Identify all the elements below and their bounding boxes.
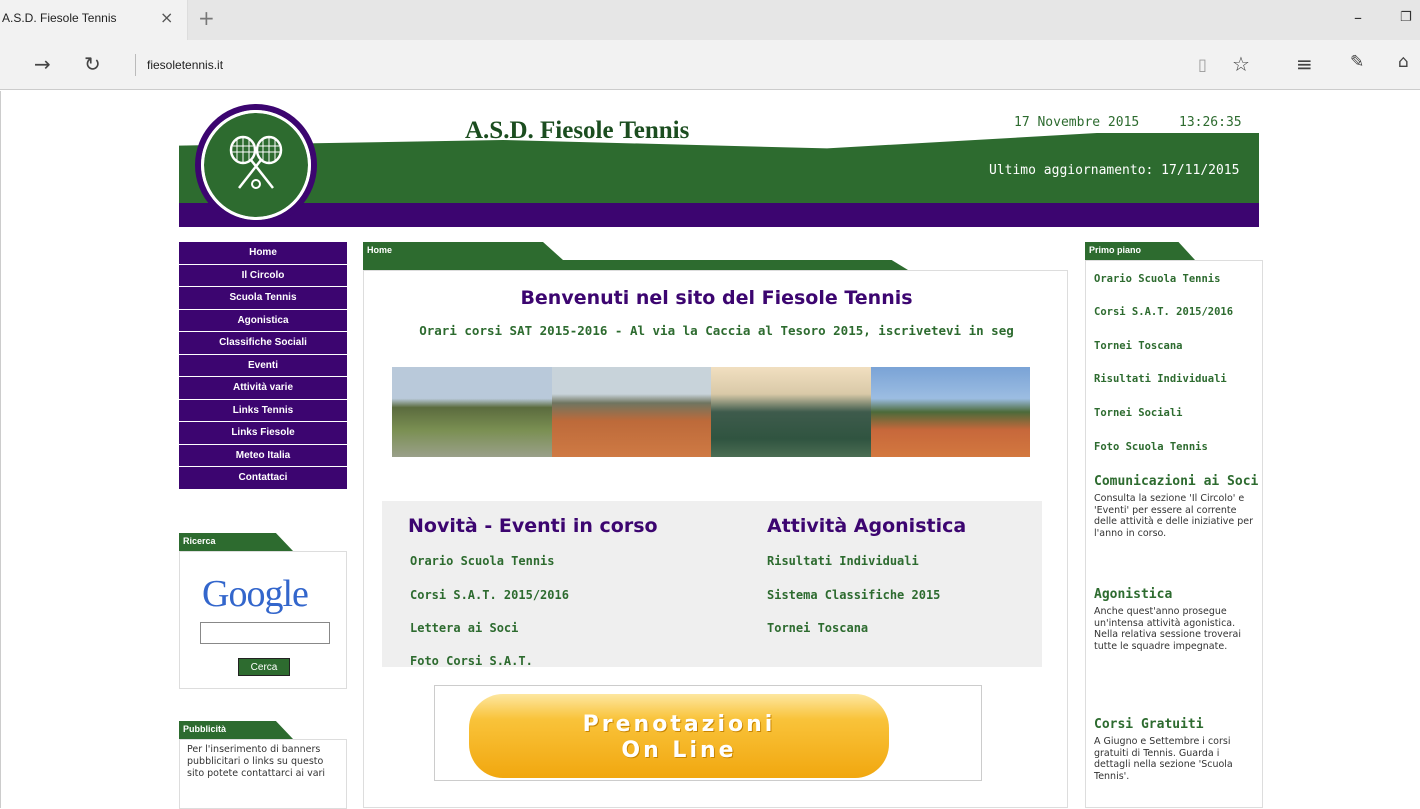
agonistica-link[interactable]: Sistema Classifiche 2015 <box>767 588 940 602</box>
agonistica-link[interactable]: Risultati Individuali <box>767 554 919 568</box>
booking-line-1: Prenotazioni <box>582 712 776 737</box>
online-booking-button[interactable]: Prenotazioni On Line <box>469 694 889 778</box>
menu-item-eventi[interactable]: Eventi <box>179 354 347 377</box>
primo-piano-link[interactable]: Tornei Sociali <box>1094 407 1183 419</box>
forward-icon[interactable]: → <box>34 52 51 76</box>
agonistica-link[interactable]: Tornei Toscana <box>767 621 868 635</box>
browser-nav-bar: → ↻ fiesoletennis.it ▯ ☆ ≡ ✎ ⌂ <box>0 40 1420 90</box>
section-heading: Agonistica <box>1094 587 1173 602</box>
news-ticker[interactable]: Orari corsi SAT 2015-2016 - Al via la Ca… <box>364 323 1069 338</box>
minimize-icon[interactable]: – <box>1354 8 1362 27</box>
header-purple-band <box>179 203 1259 227</box>
menu-item-classifiche[interactable]: Classifiche Sociali <box>179 332 347 355</box>
photo-dome-court <box>711 367 871 457</box>
browser-tab[interactable]: A.S.D. Fiesole Tennis × <box>0 0 188 40</box>
ads-text: Per l'inserimento di banners pubblicitar… <box>187 744 326 779</box>
photo-clay-court <box>551 367 711 457</box>
search-button[interactable]: Cerca <box>238 658 290 676</box>
menu-item-meteo[interactable]: Meteo Italia <box>179 444 347 467</box>
section-text: Anche quest'anno prosegue un'intensa att… <box>1094 606 1241 652</box>
photo-outdoor-court <box>870 367 1030 457</box>
crossed-rackets-icon <box>229 135 283 189</box>
tab-close-icon[interactable]: × <box>160 8 173 27</box>
google-search-box: Google Cerca <box>179 551 347 689</box>
ads-box: Per l'inserimento di banners pubblicitar… <box>179 739 347 809</box>
news-heading: Novità - Eventi in corso <box>408 515 658 537</box>
menu-item-scuola-tennis[interactable]: Scuola Tennis <box>179 287 347 310</box>
site-header: A.S.D. Fiesole Tennis 17 Novembre 2015 1… <box>179 91 1259 229</box>
current-time: 13:26:35 <box>1179 115 1242 130</box>
share-icon[interactable]: ⌂ <box>1398 52 1409 72</box>
menu-item-contattaci[interactable]: Contattaci <box>179 467 347 490</box>
welcome-heading: Benvenuti nel sito del Fiesole Tennis <box>520 287 913 309</box>
club-logo[interactable] <box>195 104 317 226</box>
section-heading: Comunicazioni ai Soci <box>1094 474 1259 489</box>
news-link[interactable]: Lettera ai Soci <box>410 621 518 635</box>
new-tab-icon[interactable]: + <box>198 6 215 30</box>
hub-icon[interactable]: ≡ <box>1296 52 1313 76</box>
last-update: Ultimo aggiornamento: 17/11/2015 <box>989 163 1240 178</box>
primo-piano-link[interactable]: Corsi S.A.T. 2015/2016 <box>1094 306 1233 318</box>
primo-piano-link[interactable]: Tornei Toscana <box>1094 340 1183 352</box>
menu-item-attivita[interactable]: Attività varie <box>179 377 347 400</box>
refresh-icon[interactable]: ↻ <box>84 52 101 76</box>
booking-banner: Prenotazioni On Line <box>434 685 982 781</box>
news-link[interactable]: Orario Scuola Tennis <box>410 554 555 568</box>
search-section-tab: Ricerca <box>179 533 293 551</box>
menu-item-links-tennis[interactable]: Links Tennis <box>179 399 347 422</box>
reading-view-icon[interactable]: ▯ <box>1198 55 1207 74</box>
menu-item-links-fiesole[interactable]: Links Fiesole <box>179 422 347 445</box>
booking-line-2: On Line <box>621 738 737 763</box>
primo-piano-link[interactable]: Orario Scuola Tennis <box>1094 273 1220 285</box>
favorite-icon[interactable]: ☆ <box>1232 52 1250 76</box>
agonistica-heading: Attività Agonistica <box>767 515 967 537</box>
google-logo: Google <box>202 573 309 615</box>
address-separator <box>135 54 136 76</box>
section-text: A Giugno e Settembre i corsi gratuiti di… <box>1094 736 1233 782</box>
main-content: Benvenuti nel sito del Fiesole Tennis Or… <box>363 270 1068 808</box>
browser-tab-bar: A.S.D. Fiesole Tennis × + – ❐ <box>0 0 1420 40</box>
primo-piano-panel: Orario Scuola Tennis Corsi S.A.T. 2015/2… <box>1085 260 1263 808</box>
main-menu: Home Il Circolo Scuola Tennis Agonistica… <box>179 242 347 490</box>
menu-item-circolo[interactable]: Il Circolo <box>179 264 347 287</box>
web-note-icon[interactable]: ✎ <box>1350 52 1364 72</box>
home-tab-line <box>363 260 908 270</box>
news-link[interactable]: Corsi S.A.T. 2015/2016 <box>410 588 569 602</box>
section-text: Consulta la sezione 'Il Circolo' e 'Even… <box>1094 493 1254 539</box>
web-page: A.S.D. Fiesole Tennis 17 Novembre 2015 1… <box>0 91 1420 809</box>
tab-title: A.S.D. Fiesole Tennis <box>2 11 117 25</box>
current-date: 17 Novembre 2015 <box>1014 115 1140 130</box>
photo-park-path <box>392 367 552 457</box>
primo-piano-link[interactable]: Risultati Individuali <box>1094 373 1227 385</box>
primo-piano-tab: Primo piano <box>1085 242 1195 260</box>
news-panel: Novità - Eventi in corso Orario Scuola T… <box>382 501 1042 668</box>
address-bar[interactable]: fiesoletennis.it <box>147 58 223 72</box>
photo-strip <box>392 367 1030 457</box>
site-title: A.S.D. Fiesole Tennis <box>465 117 690 144</box>
menu-item-agonistica[interactable]: Agonistica <box>179 309 347 332</box>
news-link[interactable]: Foto Corsi S.A.T. <box>410 654 533 668</box>
home-section-tab: Home <box>363 242 563 260</box>
section-heading: Corsi Gratuiti <box>1094 717 1204 732</box>
menu-item-home[interactable]: Home <box>179 242 347 265</box>
maximize-icon[interactable]: ❐ <box>1400 10 1412 25</box>
primo-piano-link[interactable]: Foto Scuola Tennis <box>1094 441 1208 453</box>
search-input[interactable] <box>200 622 330 644</box>
ads-section-tab: Pubblicità <box>179 721 293 739</box>
